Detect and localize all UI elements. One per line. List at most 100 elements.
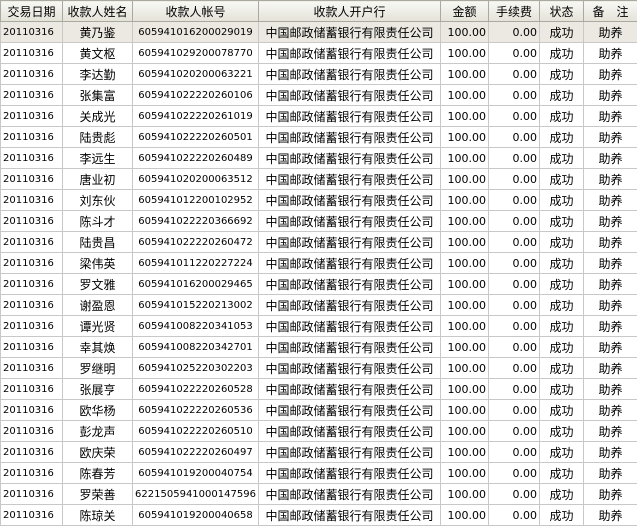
note-cell: 助养 xyxy=(583,231,637,253)
column-header-amount[interactable]: 金额 xyxy=(440,0,489,22)
bank-cell: 中国邮政储蓄银行有限责任公司 xyxy=(258,483,441,505)
payee-name-cell: 陈春芳 xyxy=(62,462,133,484)
table-row[interactable]: 20110316 陈琼关 605941019200040658 中国邮政储蓄银行有限责… xyxy=(0,504,637,526)
table-row[interactable]: 20110316 黄乃鉴 605941016200029019 中国邮政储蓄银行有限责… xyxy=(0,21,637,43)
payee-name-cell: 黄文枢 xyxy=(62,42,133,64)
table-row[interactable]: 20110316 罗继明 605941025220302203 中国邮政储蓄银行有限责… xyxy=(0,357,637,379)
table-body: 20110316 黄乃鉴 605941016200029019 中国邮政储蓄银行有限责… xyxy=(0,21,637,526)
bank-cell: 中国邮政储蓄银行有限责任公司 xyxy=(258,42,441,64)
date-cell: 20110316 xyxy=(0,441,63,463)
fee-cell: 0.00 xyxy=(488,210,540,232)
column-header-status[interactable]: 状态 xyxy=(539,0,584,22)
table-row[interactable]: 20110316 梁伟英 605941011220227224 中国邮政储蓄银行有限责… xyxy=(0,252,637,274)
status-cell: 成功 xyxy=(539,210,584,232)
account-cell: 605941022220260497 xyxy=(132,441,259,463)
bank-cell: 中国邮政储蓄银行有限责任公司 xyxy=(258,210,441,232)
table-row[interactable]: 20110316 陈春芳 605941019200040754 中国邮政储蓄银行有限责… xyxy=(0,462,637,484)
payee-name-cell: 陈琼关 xyxy=(62,504,133,526)
table-row[interactable]: 20110316 罗文雅 605941016200029465 中国邮政储蓄银行有限责… xyxy=(0,273,637,295)
column-header-fee[interactable]: 手续费 xyxy=(488,0,540,22)
note-cell: 助养 xyxy=(583,189,637,211)
status-cell: 成功 xyxy=(539,105,584,127)
amount-cell: 100.00 xyxy=(440,336,489,358)
account-cell: 605941015220213002 xyxy=(132,294,259,316)
bank-cell: 中国邮政储蓄银行有限责任公司 xyxy=(258,252,441,274)
table-row[interactable]: 20110316 李远生 605941022220260489 中国邮政储蓄银行有限责… xyxy=(0,147,637,169)
table-row[interactable]: 20110316 黄文枢 605941029200078770 中国邮政储蓄银行有限责… xyxy=(0,42,637,64)
amount-cell: 100.00 xyxy=(440,357,489,379)
payee-name-cell: 黄乃鉴 xyxy=(62,21,133,43)
account-cell: 605941022220260510 xyxy=(132,420,259,442)
date-cell: 20110316 xyxy=(0,378,63,400)
bank-cell: 中国邮政储蓄银行有限责任公司 xyxy=(258,273,441,295)
payee-name-cell: 幸其焕 xyxy=(62,336,133,358)
date-cell: 20110316 xyxy=(0,168,63,190)
amount-cell: 100.00 xyxy=(440,294,489,316)
fee-cell: 0.00 xyxy=(488,42,540,64)
table-row[interactable]: 20110316 刘东伙 605941012200102952 中国邮政储蓄银行有限责… xyxy=(0,189,637,211)
amount-cell: 100.00 xyxy=(440,210,489,232)
fee-cell: 0.00 xyxy=(488,420,540,442)
table-row[interactable]: 20110316 彭龙声 605941022220260510 中国邮政储蓄银行有限责… xyxy=(0,420,637,442)
note-cell: 助养 xyxy=(583,147,637,169)
table-row[interactable]: 20110316 欧华杨 605941022220260536 中国邮政储蓄银行有限责… xyxy=(0,399,637,421)
table-row[interactable]: 20110316 谭光贤 605941008220341053 中国邮政储蓄银行有限责… xyxy=(0,315,637,337)
date-cell: 20110316 xyxy=(0,189,63,211)
account-cell: 605941008220341053 xyxy=(132,315,259,337)
date-cell: 20110316 xyxy=(0,420,63,442)
date-cell: 20110316 xyxy=(0,336,63,358)
table-row[interactable]: 20110316 陆贵彪 605941022220260501 中国邮政储蓄银行有限责… xyxy=(0,126,637,148)
fee-cell: 0.00 xyxy=(488,147,540,169)
transaction-table: 交易日期 收款人姓名 收款人帐号 收款人开户行 金额 手续费 状态 备 注 20… xyxy=(0,0,637,526)
payee-name-cell: 张展亨 xyxy=(62,378,133,400)
note-cell: 助养 xyxy=(583,399,637,421)
table-row[interactable]: 20110316 罗荣善 6221505941000147596 中国邮政储蓄银行有限… xyxy=(0,483,637,505)
payee-name-cell: 谢盈恩 xyxy=(62,294,133,316)
column-header-payee-name[interactable]: 收款人姓名 xyxy=(62,0,133,22)
amount-cell: 100.00 xyxy=(440,168,489,190)
note-cell: 助养 xyxy=(583,252,637,274)
account-cell: 605941022220260528 xyxy=(132,378,259,400)
date-cell: 20110316 xyxy=(0,126,63,148)
bank-cell: 中国邮政储蓄银行有限责任公司 xyxy=(258,21,441,43)
table-row[interactable]: 20110316 李达勤 605941020200063221 中国邮政储蓄银行有限责… xyxy=(0,63,637,85)
amount-cell: 100.00 xyxy=(440,483,489,505)
status-cell: 成功 xyxy=(539,189,584,211)
column-header-payee-account[interactable]: 收款人帐号 xyxy=(132,0,259,22)
payee-name-cell: 李达勤 xyxy=(62,63,133,85)
table-row[interactable]: 20110316 幸其焕 605941008220342701 中国邮政储蓄银行有限责… xyxy=(0,336,637,358)
date-cell: 20110316 xyxy=(0,294,63,316)
column-header-date[interactable]: 交易日期 xyxy=(0,0,63,22)
account-cell: 605941020200063512 xyxy=(132,168,259,190)
bank-cell: 中国邮政储蓄银行有限责任公司 xyxy=(258,462,441,484)
payee-name-cell: 欧华杨 xyxy=(62,399,133,421)
fee-cell: 0.00 xyxy=(488,504,540,526)
table-row[interactable]: 20110316 唐业初 605941020200063512 中国邮政储蓄银行有限责… xyxy=(0,168,637,190)
column-header-payee-bank[interactable]: 收款人开户行 xyxy=(258,0,441,22)
amount-cell: 100.00 xyxy=(440,42,489,64)
note-cell: 助养 xyxy=(583,84,637,106)
fee-cell: 0.00 xyxy=(488,315,540,337)
payee-name-cell: 欧庆荣 xyxy=(62,441,133,463)
table-row[interactable]: 20110316 欧庆荣 605941022220260497 中国邮政储蓄银行有限责… xyxy=(0,441,637,463)
status-cell: 成功 xyxy=(539,399,584,421)
table-row[interactable]: 20110316 关成光 605941022220261019 中国邮政储蓄银行有限责… xyxy=(0,105,637,127)
status-cell: 成功 xyxy=(539,462,584,484)
fee-cell: 0.00 xyxy=(488,357,540,379)
table-row[interactable]: 20110316 陈斗才 605941022220366692 中国邮政储蓄银行有限责… xyxy=(0,210,637,232)
table-row[interactable]: 20110316 张集富 605941022220260106 中国邮政储蓄银行有限责… xyxy=(0,84,637,106)
column-header-note[interactable]: 备 注 xyxy=(583,0,637,22)
status-cell: 成功 xyxy=(539,126,584,148)
payee-name-cell: 唐业初 xyxy=(62,168,133,190)
payee-name-cell: 张集富 xyxy=(62,84,133,106)
date-cell: 20110316 xyxy=(0,84,63,106)
table-row[interactable]: 20110316 谢盈恩 605941015220213002 中国邮政储蓄银行有限责… xyxy=(0,294,637,316)
account-cell: 605941029200078770 xyxy=(132,42,259,64)
table-row[interactable]: 20110316 张展亨 605941022220260528 中国邮政储蓄银行有限责… xyxy=(0,378,637,400)
fee-cell: 0.00 xyxy=(488,21,540,43)
status-cell: 成功 xyxy=(539,504,584,526)
note-cell: 助养 xyxy=(583,441,637,463)
status-cell: 成功 xyxy=(539,63,584,85)
table-row[interactable]: 20110316 陆贵昌 605941022220260472 中国邮政储蓄银行有限责… xyxy=(0,231,637,253)
status-cell: 成功 xyxy=(539,441,584,463)
